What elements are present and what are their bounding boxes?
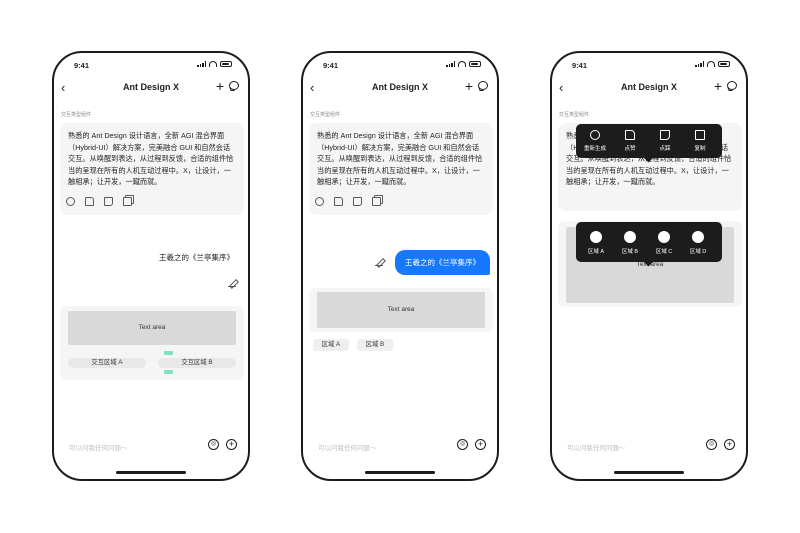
user-message-bubble: 王羲之的《兰亭集序》: [395, 250, 490, 275]
add-icon[interactable]: +: [724, 439, 735, 450]
copy-icon[interactable]: [123, 197, 132, 206]
edit-icon[interactable]: [375, 258, 383, 266]
input-bar: 可以问我任何问题～ ◎ +: [61, 437, 241, 455]
region-menu: 区域 A 区域 B 区域 C 区域 D: [576, 222, 722, 267]
text-area[interactable]: Text area: [68, 311, 236, 345]
signal-icon: [197, 61, 206, 67]
menu-item-label: 重新生成: [583, 146, 606, 152]
menu-item-label: 点赞: [624, 146, 636, 152]
refresh-icon[interactable]: [66, 197, 75, 206]
nav-bar: ‹ Ant Design X +: [54, 79, 248, 97]
interactive-card: Text area 交互区域 A 交互区域 B: [60, 306, 244, 380]
menu-item-label: 复制: [694, 146, 706, 152]
message-icon[interactable]: [727, 81, 737, 90]
resize-handle[interactable]: [164, 370, 173, 374]
refresh-icon: [590, 130, 600, 140]
input-bar: 可以问我任何问题～ ◎ +: [559, 437, 739, 455]
menu-item-label: 点踩: [659, 146, 671, 152]
home-indicator: [365, 471, 435, 474]
thumbs-down-icon: [660, 130, 670, 140]
message-actions: [66, 197, 132, 206]
region-dot-icon: [658, 231, 670, 243]
wifi-icon: [458, 61, 466, 67]
region-option-d[interactable]: 区域 D: [685, 231, 711, 255]
message-icon[interactable]: [478, 81, 488, 90]
input-bar: 可以问我任何问题～ ◎ +: [310, 437, 490, 455]
thumbs-down-icon[interactable]: [104, 197, 113, 206]
phone-mockup-2: 9:41 ‹ Ant Design X + 交互类型组件 熟悉的 Ant Des…: [301, 51, 499, 481]
chat-input[interactable]: 可以问我任何问题～: [69, 442, 128, 452]
nav-bar: ‹ Ant Design X +: [303, 79, 497, 97]
voice-icon[interactable]: ◎: [706, 439, 717, 450]
region-dot-icon: [692, 231, 704, 243]
region-b[interactable]: 交互区域 B: [158, 358, 236, 368]
home-indicator: [614, 471, 684, 474]
resize-handle[interactable]: [164, 351, 173, 355]
assistant-message: 熟悉的 Ant Design 设计语言，全新 AGI 混合界面（Hybrid-U…: [60, 123, 244, 215]
status-time: 9:41: [74, 61, 90, 70]
chat-input[interactable]: 可以问我任何问题～: [567, 442, 626, 452]
status-time: 9:41: [323, 61, 339, 70]
interactive-card: Text area: [309, 288, 493, 332]
home-indicator: [116, 471, 186, 474]
user-message: 王羲之的《兰亭集序》: [159, 253, 234, 262]
message-text: 熟悉的 Ant Design 设计语言，全新 AGI 混合界面（Hybrid-U…: [68, 131, 234, 186]
plus-icon[interactable]: +: [714, 79, 722, 93]
voice-icon[interactable]: ◎: [457, 439, 468, 450]
add-icon[interactable]: +: [226, 439, 237, 450]
assistant-message: 熟悉的 Ant Design 设计语言，全新 AGI 混合界面（Hybrid-U…: [309, 123, 493, 215]
section-hint: 交互类型组件: [61, 112, 92, 118]
section-hint: 交互类型组件: [559, 112, 590, 118]
region-label: 区域 D: [689, 249, 707, 255]
status-bar: 9:41: [303, 60, 497, 72]
refresh-icon[interactable]: [315, 197, 324, 206]
battery-icon: [469, 61, 481, 67]
wifi-icon: [209, 61, 217, 67]
plus-icon[interactable]: +: [216, 79, 224, 93]
battery-icon: [718, 61, 730, 67]
menu-item-dislike[interactable]: 点踩: [652, 130, 678, 152]
region-option-b[interactable]: 区域 B: [617, 231, 643, 255]
message-action-menu: 重新生成 点赞 点踩 复制: [576, 124, 722, 163]
message-actions: [315, 197, 381, 206]
region-a[interactable]: 交互区域 A: [68, 358, 146, 368]
region-label: 区域 B: [621, 249, 639, 255]
copy-icon: [695, 130, 705, 140]
edit-icon[interactable]: [228, 279, 236, 287]
region-option-a[interactable]: 区域 A: [583, 231, 609, 255]
wifi-icon: [707, 61, 715, 67]
region-dot-icon: [624, 231, 636, 243]
plus-icon[interactable]: +: [465, 79, 473, 93]
section-hint: 交互类型组件: [310, 112, 341, 118]
status-bar: 9:41: [54, 60, 248, 72]
chat-input[interactable]: 可以问我任何问题～: [318, 442, 377, 452]
region-dot-icon: [590, 231, 602, 243]
signal-icon: [695, 61, 704, 67]
region-label: 区域 C: [655, 249, 673, 255]
message-text: 熟悉的 Ant Design 设计语言，全新 AGI 混合界面（Hybrid-U…: [317, 131, 483, 186]
region-label: 区域 A: [587, 249, 605, 255]
menu-item-copy[interactable]: 复制: [687, 130, 713, 152]
menu-item-like[interactable]: 点赞: [617, 130, 643, 152]
region-option-c[interactable]: 区域 C: [651, 231, 677, 255]
status-bar: 9:41: [552, 60, 746, 72]
nav-bar: ‹ Ant Design X +: [552, 79, 746, 97]
status-time: 9:41: [572, 61, 588, 70]
menu-item-regenerate[interactable]: 重新生成: [582, 130, 608, 152]
thumbs-down-icon[interactable]: [353, 197, 362, 206]
add-icon[interactable]: +: [475, 439, 486, 450]
voice-icon[interactable]: ◎: [208, 439, 219, 450]
thumbs-up-icon: [625, 130, 635, 140]
text-area[interactable]: Text area: [317, 292, 485, 328]
phone-mockup-3: 9:41 ‹ Ant Design X + 交互类型组件 熟悉的 Ant Des…: [550, 51, 748, 481]
message-icon[interactable]: [229, 81, 239, 90]
region-a[interactable]: 区域 A: [313, 339, 349, 351]
signal-icon: [446, 61, 455, 67]
battery-icon: [220, 61, 232, 67]
thumbs-up-icon[interactable]: [85, 197, 94, 206]
region-b[interactable]: 区域 B: [357, 339, 393, 351]
phone-mockup-1: 9:41 ‹ Ant Design X + 交互类型组件 熟悉的 Ant Des…: [52, 51, 250, 481]
thumbs-up-icon[interactable]: [334, 197, 343, 206]
copy-icon[interactable]: [372, 197, 381, 206]
